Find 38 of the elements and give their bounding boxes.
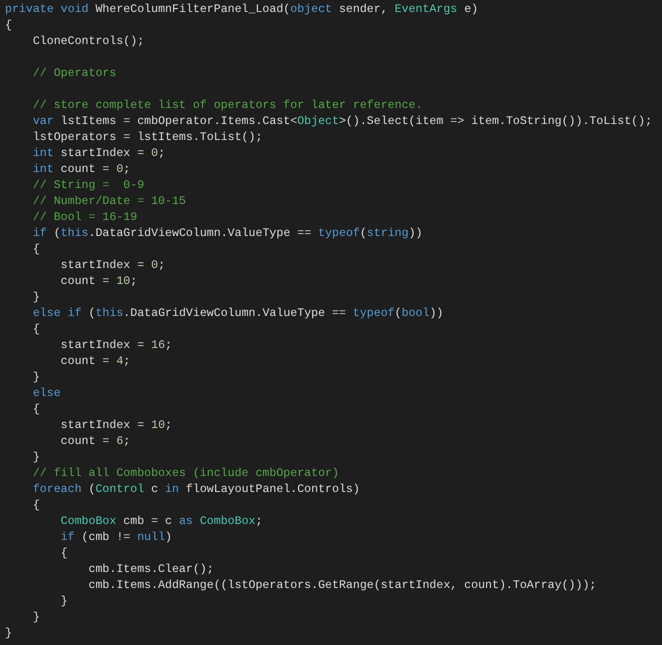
code-line: { — [5, 18, 12, 34]
code-line: { — [60, 546, 68, 562]
code-line: ComboBox cmb = c as ComboBox; — [60, 514, 262, 530]
code-line: // Operators — [32, 66, 116, 82]
code-line: lstOperators = lstItems.ToList(); — [32, 130, 262, 146]
code-line: count = 4; — [60, 354, 130, 370]
code-line: CloneControls(); — [32, 34, 144, 50]
code-line: } — [5, 626, 12, 642]
code-line: } — [32, 370, 40, 386]
code-line: // String = 0-9 — [32, 178, 144, 194]
code-line: var lstItems = cmbOperator.Items.Cast<Object>().Select(item => item.ToString()).ToList(); — [32, 114, 652, 130]
code-line: if (this.DataGridViewColumn.ValueType == typeof(string)) — [32, 226, 422, 242]
code-line: } — [32, 450, 40, 466]
code-line: } — [32, 610, 40, 626]
code-line: // store complete list of operators for later reference. — [32, 98, 422, 114]
code-line: private void WhereColumnFilterPanel_Load(object sender, EventArgs e) — [5, 2, 478, 18]
code-line: { — [32, 498, 40, 514]
code-line: // fill all Comboboxes (include cmbOperator) — [32, 466, 339, 482]
code-line: count = 10; — [60, 274, 138, 290]
code-line: startIndex = 16; — [60, 338, 172, 354]
code-line: // Bool = 16-19 — [32, 210, 138, 226]
code-line: { — [32, 242, 40, 258]
code-line: count = 6; — [60, 434, 130, 450]
code-line: // Number/Date = 10-15 — [32, 194, 186, 210]
code-line: int count = 0; — [32, 162, 130, 178]
code-line: cmb.Items.AddRange((lstOperators.GetRange(startIndex, count).ToArray())); — [87, 578, 596, 594]
code-line: { — [32, 322, 40, 338]
code-line: int startIndex = 0; — [32, 146, 166, 162]
code-line: if (cmb != null) — [60, 530, 172, 546]
code-line: } — [60, 594, 68, 610]
code-line: else if (this.DataGridViewColumn.ValueType == typeof(bool)) — [32, 306, 444, 322]
code-line: cmb.Items.Clear(); — [87, 562, 214, 578]
code-line: foreach (Control c in flowLayoutPanel.Controls) — [32, 482, 360, 498]
code-line: } — [32, 290, 40, 306]
code-line: startIndex = 0; — [60, 258, 166, 274]
code-line: startIndex = 10; — [60, 418, 172, 434]
code-line: { — [32, 402, 40, 418]
code-line: else — [32, 386, 61, 402]
